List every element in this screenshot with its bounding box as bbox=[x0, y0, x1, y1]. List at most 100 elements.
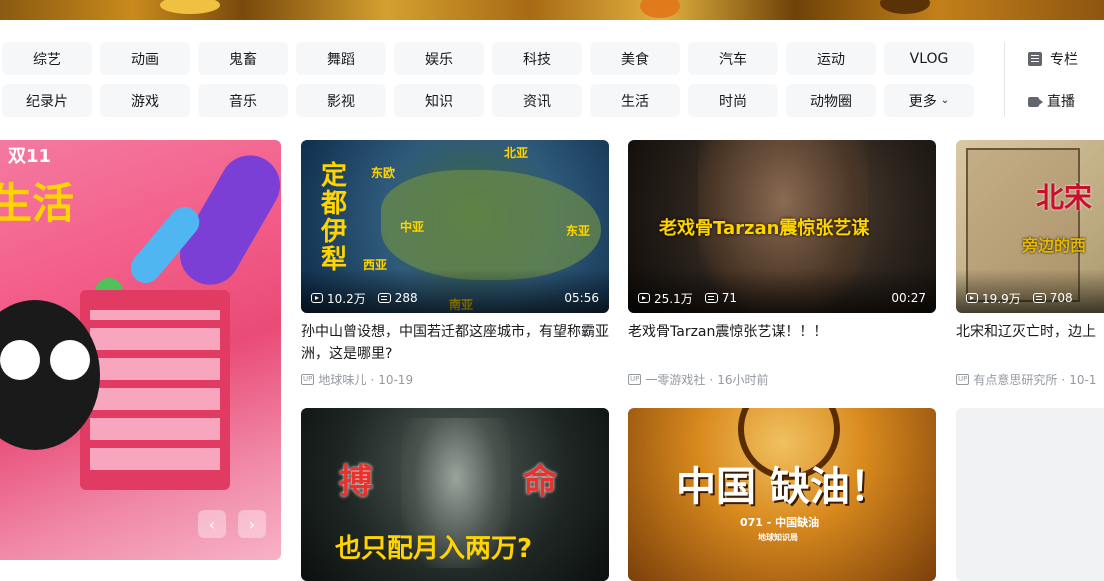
category-games[interactable]: 游戏 bbox=[100, 84, 190, 117]
video-card[interactable]: 老戏骨Tarzan震惊张艺谋 25.1万 71 00:27 老戏骨Tarzan震… bbox=[628, 140, 936, 388]
danmaku-count: 288 bbox=[394, 291, 418, 305]
danmaku-icon bbox=[1032, 293, 1046, 303]
chip-label: 音乐 bbox=[229, 93, 257, 110]
column-link[interactable]: 专栏 bbox=[1028, 42, 1078, 75]
play-count-icon bbox=[638, 293, 650, 303]
thumbnail-subtext: 旁边的西 bbox=[1022, 236, 1087, 255]
danmaku-count: 708 bbox=[1049, 291, 1073, 305]
chip-label: 舞蹈 bbox=[327, 51, 355, 68]
upload-date: 10-1 bbox=[1069, 372, 1097, 387]
video-duration: 05:56 bbox=[564, 291, 599, 305]
chip-label: 资讯 bbox=[523, 93, 551, 110]
thumbnail-subtext: 地球知识局 bbox=[758, 533, 798, 542]
carousel-prev-button[interactable]: ‹ bbox=[198, 510, 226, 538]
thumbnail-caption: 老戏骨Tarzan震惊张艺谋 bbox=[659, 218, 870, 239]
category-tech[interactable]: 科技 bbox=[492, 42, 582, 75]
category-kichiku[interactable]: 鬼畜 bbox=[198, 42, 288, 75]
video-title[interactable]: 北宋和辽灭亡时，边上 bbox=[956, 321, 1104, 343]
thumbnail-subtext: 也只配月入两万? bbox=[335, 534, 533, 564]
top-banner bbox=[0, 0, 1104, 20]
view-count: 10.2万 bbox=[327, 291, 366, 306]
video-thumbnail[interactable]: 老戏骨Tarzan震惊张艺谋 25.1万 71 00:27 bbox=[628, 140, 936, 313]
category-dance[interactable]: 舞蹈 bbox=[296, 42, 386, 75]
thumbnail-text: 搏 bbox=[339, 462, 373, 502]
video-thumbnail[interactable]: 定都伊犁 东欧 北亚 中亚 东亚 西亚 南亚 10.2万 288 05:56 bbox=[301, 140, 609, 313]
category-life[interactable]: 生活 bbox=[590, 84, 680, 117]
video-thumbnail[interactable]: 搏 命 也只配月入两万? bbox=[301, 408, 609, 581]
up-icon: UP bbox=[628, 374, 642, 385]
video-card-placeholder bbox=[956, 408, 1104, 581]
video-meta: UP 一零游戏社 · 16小时前 bbox=[628, 371, 769, 388]
category-news[interactable]: 资讯 bbox=[492, 84, 582, 117]
chip-label: 鬼畜 bbox=[229, 51, 257, 68]
category-variety[interactable]: 综艺 bbox=[2, 42, 92, 75]
category-animation[interactable]: 动画 bbox=[100, 42, 190, 75]
thumbnail-text: 北宋 bbox=[1036, 181, 1093, 214]
video-duration: 00:27 bbox=[891, 291, 926, 305]
thumbnail-text: 定都伊犁 bbox=[321, 161, 348, 275]
category-film[interactable]: 影视 bbox=[296, 84, 386, 117]
chip-label: 纪录片 bbox=[26, 93, 68, 110]
category-music[interactable]: 音乐 bbox=[198, 84, 288, 117]
category-knowledge[interactable]: 知识 bbox=[394, 84, 484, 117]
thumbnail-subtext: 071 - 中国缺油 bbox=[740, 516, 820, 529]
carousel-next-button[interactable]: › bbox=[238, 510, 266, 538]
video-card[interactable]: 定都伊犁 东欧 北亚 中亚 东亚 西亚 南亚 10.2万 288 05:56 孙… bbox=[301, 140, 609, 388]
chip-label: 影视 bbox=[327, 93, 355, 110]
category-animals[interactable]: 动物圈 bbox=[786, 84, 876, 117]
video-thumbnail[interactable]: 北宋 旁边的西 19.9万 708 bbox=[956, 140, 1104, 313]
thumbnail-text: 中国 缺油！ bbox=[676, 464, 890, 510]
chip-label: 汽车 bbox=[719, 51, 747, 68]
video-stats: 25.1万 71 00:27 bbox=[638, 290, 926, 306]
chip-label: 运动 bbox=[817, 51, 845, 68]
live-link[interactable]: 直播 bbox=[1028, 84, 1075, 117]
danmaku-icon bbox=[377, 293, 391, 303]
video-card[interactable]: 中国 缺油！ 071 - 中国缺油 地球知识局 bbox=[628, 408, 936, 581]
chip-label: 游戏 bbox=[131, 93, 159, 110]
category-vlog[interactable]: VLOG bbox=[884, 42, 974, 75]
video-title[interactable]: 孙中山曾设想，中国若迁都这座城市，有望称霸亚洲，这是哪里? bbox=[301, 321, 609, 365]
map-label: 东欧 bbox=[371, 166, 396, 180]
column-label: 专栏 bbox=[1050, 51, 1078, 68]
category-more-button[interactable]: 更多 ⌄ bbox=[884, 84, 974, 117]
chip-label: VLOG bbox=[909, 50, 949, 67]
chip-label: 综艺 bbox=[33, 51, 61, 68]
uploader-name[interactable]: 有点意思研究所 bbox=[973, 371, 1057, 388]
chevron-down-icon: ⌄ bbox=[940, 95, 950, 106]
category-sports[interactable]: 运动 bbox=[786, 42, 876, 75]
category-entertainment[interactable]: 娱乐 bbox=[394, 42, 484, 75]
video-title[interactable]: 老戏骨Tarzan震惊张艺谋！！！ bbox=[628, 321, 936, 343]
chip-label: 知识 bbox=[425, 93, 453, 110]
category-cars[interactable]: 汽车 bbox=[688, 42, 778, 75]
category-documentary[interactable]: 纪录片 bbox=[2, 84, 92, 117]
live-label: 直播 bbox=[1047, 93, 1075, 110]
up-icon: UP bbox=[956, 374, 970, 385]
video-camera-icon bbox=[1028, 96, 1043, 107]
video-thumbnail[interactable]: 中国 缺油！ 071 - 中国缺油 地球知识局 bbox=[628, 408, 936, 581]
promo-text-1: 双11 bbox=[8, 146, 52, 167]
promo-carousel[interactable]: 双11 生活 ‹ › bbox=[0, 140, 281, 560]
upload-date: 10-19 bbox=[378, 372, 414, 387]
chip-label: 美食 bbox=[621, 51, 649, 68]
promo-text-2: 生活 bbox=[0, 179, 75, 228]
play-count-icon bbox=[311, 293, 323, 303]
category-fashion[interactable]: 时尚 bbox=[688, 84, 778, 117]
category-food[interactable]: 美食 bbox=[590, 42, 680, 75]
article-icon bbox=[1028, 51, 1042, 66]
video-card[interactable]: 北宋 旁边的西 19.9万 708 北宋和辽灭亡时，边上 UP 有点意思研究所 … bbox=[956, 140, 1104, 388]
map-label: 东亚 bbox=[566, 224, 591, 238]
view-count: 19.9万 bbox=[982, 291, 1021, 306]
view-count: 25.1万 bbox=[654, 291, 693, 306]
uploader-name[interactable]: 地球味儿 bbox=[318, 371, 366, 388]
thumbnail-text: 命 bbox=[523, 462, 557, 502]
video-card[interactable]: 搏 命 也只配月入两万? bbox=[301, 408, 609, 581]
chip-label: 生活 bbox=[621, 93, 649, 110]
video-stats: 10.2万 288 05:56 bbox=[311, 290, 599, 306]
uploader-name[interactable]: 一零游戏社 bbox=[645, 371, 705, 388]
upload-date: 16小时前 bbox=[717, 373, 769, 387]
play-count-icon bbox=[966, 293, 978, 303]
chip-label: 科技 bbox=[523, 51, 551, 68]
map-label: 中亚 bbox=[400, 220, 425, 234]
nav-divider bbox=[1004, 42, 1005, 117]
chip-label: 时尚 bbox=[719, 93, 747, 110]
